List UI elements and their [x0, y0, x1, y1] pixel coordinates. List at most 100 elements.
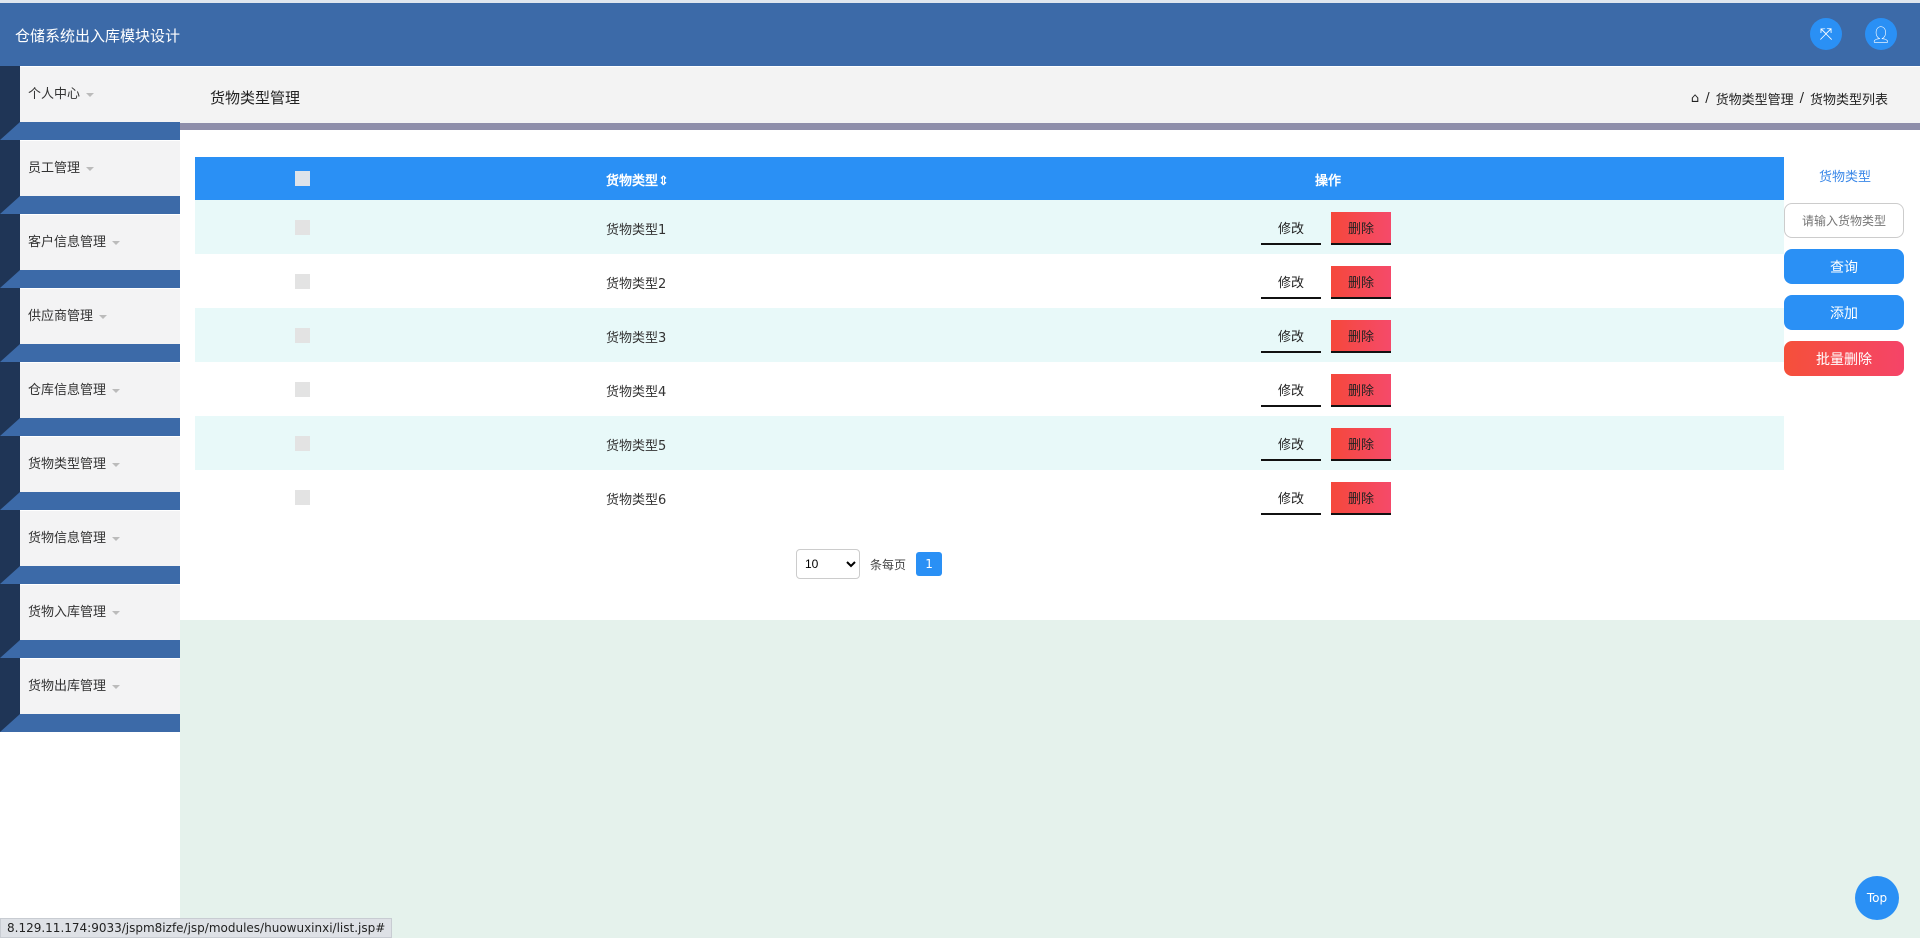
sidebar-item-label[interactable]: 员工管理 [20, 141, 180, 196]
caret-down-icon [112, 388, 121, 393]
breadcrumb-separator: / [1799, 91, 1804, 106]
sidebar-separator [0, 344, 180, 362]
sidebar-item-text: 供应商管理 [28, 309, 94, 324]
sidebar-separator [0, 640, 180, 658]
page-title: 货物类型管理 [210, 89, 301, 107]
sidebar-item[interactable]: 货物入库管理 [0, 584, 180, 658]
sidebar-item-text: 货物类型管理 [28, 457, 107, 472]
row-checkbox[interactable] [295, 274, 310, 289]
caret-down-icon [86, 92, 95, 97]
page-button-1[interactable]: 1 [916, 552, 943, 576]
query-button[interactable]: 查询 [1784, 249, 1904, 284]
batch-delete-button[interactable]: 批量删除 [1784, 341, 1904, 376]
caret-down-icon [112, 684, 121, 689]
edit-button[interactable]: 修改 [1261, 482, 1321, 515]
page-size-select[interactable]: 10 [796, 549, 860, 579]
sidebar-item-label[interactable]: 个人中心 [20, 67, 180, 122]
caret-down-icon [112, 610, 121, 615]
sidebar-item-label[interactable]: 客户信息管理 [20, 215, 180, 270]
sidebar-item-label[interactable]: 货物信息管理 [20, 511, 180, 566]
sidebar-item[interactable]: 货物信息管理 [0, 510, 180, 584]
app-header: 仓储系统出入库模块设计 ⤧ 👤︎ [0, 3, 1920, 66]
sidebar-item[interactable]: 员工管理 [0, 140, 180, 214]
breadcrumb: ⌂ / 货物类型管理 / 货物类型列表 [1691, 89, 1888, 108]
caret-down-icon [112, 240, 121, 245]
sidebar-item-text: 货物入库管理 [28, 605, 107, 620]
edit-button[interactable]: 修改 [1261, 374, 1321, 407]
sidebar-item-text: 客户信息管理 [28, 235, 107, 250]
delete-button[interactable]: 删除 [1331, 428, 1391, 461]
sidebar: 个人中心员工管理客户信息管理 供应商管理仓库信息管理 货物类型管理货物信息管理货物入… [0, 66, 180, 732]
breadcrumb-item: 货物类型列表 [1809, 93, 1888, 108]
sidebar-item-label[interactable]: 供应商管理 [20, 289, 180, 344]
select-all-checkbox[interactable] [295, 171, 310, 186]
row-checkbox[interactable] [295, 328, 310, 343]
fullscreen-button[interactable]: ⤧ [1810, 18, 1842, 50]
divider-bar [180, 123, 1920, 130]
search-label: 货物类型 [1818, 170, 1871, 185]
sidebar-item-label[interactable]: 货物入库管理 [20, 585, 180, 640]
row-checkbox[interactable] [295, 490, 310, 505]
status-bar-url: 8.129.11.174:9033/jspm8izfe/jsp/modules/… [0, 918, 393, 938]
sidebar-item-text: 仓库信息管理 [28, 383, 107, 398]
sidebar-item[interactable]: 货物出库管理 [0, 658, 180, 732]
cell-type: 货物类型6 [606, 493, 667, 508]
per-page-label: 条每页 [870, 557, 907, 572]
sidebar-separator [0, 270, 180, 288]
caret-down-icon [112, 536, 121, 541]
back-to-top-button[interactable]: Top [1855, 876, 1899, 920]
sidebar-item[interactable]: 供应商管理 [0, 288, 180, 362]
sidebar-item-label[interactable]: 货物出库管理 [20, 659, 180, 714]
sidebar-item[interactable]: 个人中心 [0, 66, 180, 140]
table-row: 货物类型1 修改 删除 [195, 200, 1784, 254]
sidebar-item[interactable]: 仓库信息管理 [0, 362, 180, 436]
expand-icon: ⤧ [1819, 24, 1833, 43]
type-search-input[interactable] [1784, 203, 1904, 238]
page-header: 货物类型管理 ⌂ / 货物类型管理 / 货物类型列表 [180, 67, 1920, 123]
background-area [180, 620, 1920, 938]
cell-type: 货物类型1 [606, 223, 667, 238]
table-header: 货物类型⇕ 操作 [195, 157, 1784, 200]
sidebar-separator [0, 196, 180, 214]
column-header-actions: 操作 [1315, 174, 1342, 189]
table-row: 货物类型6 修改 删除 [195, 470, 1784, 524]
caret-down-icon [99, 314, 108, 319]
pagination: 10 条每页 1 [796, 549, 943, 579]
edit-button[interactable]: 修改 [1261, 266, 1321, 299]
delete-button[interactable]: 删除 [1331, 212, 1391, 245]
table-row: 货物类型3 修改 删除 [195, 308, 1784, 362]
user-icon: 👤︎ [1870, 24, 1892, 44]
search-panel: 货物类型 查询 添加 批量删除 [1784, 157, 1906, 376]
caret-down-icon [112, 462, 121, 467]
user-button[interactable]: 👤︎ [1865, 18, 1897, 50]
edit-button[interactable]: 修改 [1261, 428, 1321, 461]
data-table: 货物类型⇕ 操作 货物类型1 修改 删除 货物类型2 修改 删除 货物类型3 修改 删除 货物类型… [195, 157, 1784, 524]
sidebar-item-label[interactable]: 仓库信息管理 [20, 363, 180, 418]
sidebar-item[interactable]: 货物类型管理 [0, 436, 180, 510]
delete-button[interactable]: 删除 [1331, 374, 1391, 407]
app-title: 仓储系统出入库模块设计 [15, 27, 181, 45]
breadcrumb-item[interactable]: 货物类型管理 [1716, 89, 1794, 108]
sidebar-item-text: 员工管理 [28, 161, 81, 176]
sidebar-item-text: 货物出库管理 [28, 679, 107, 694]
cell-type: 货物类型3 [606, 331, 667, 346]
delete-button[interactable]: 删除 [1331, 482, 1391, 515]
sidebar-item[interactable]: 客户信息管理 [0, 214, 180, 288]
add-button[interactable]: 添加 [1784, 295, 1904, 330]
delete-button[interactable]: 删除 [1331, 266, 1391, 299]
sidebar-separator [0, 492, 180, 510]
sidebar-separator [0, 418, 180, 436]
edit-button[interactable]: 修改 [1261, 320, 1321, 353]
sidebar-item-label[interactable]: 货物类型管理 [20, 437, 180, 492]
row-checkbox[interactable] [295, 382, 310, 397]
sidebar-separator [0, 122, 180, 140]
table-row: 货物类型2 修改 删除 [195, 254, 1784, 308]
home-icon[interactable]: ⌂ [1691, 91, 1699, 106]
row-checkbox[interactable] [295, 436, 310, 451]
delete-button[interactable]: 删除 [1331, 320, 1391, 353]
edit-button[interactable]: 修改 [1261, 212, 1321, 245]
column-header-type[interactable]: 货物类型⇕ [606, 170, 669, 189]
cell-type: 货物类型2 [606, 277, 667, 292]
table-row: 货物类型4 修改 删除 [195, 362, 1784, 416]
row-checkbox[interactable] [295, 220, 310, 235]
